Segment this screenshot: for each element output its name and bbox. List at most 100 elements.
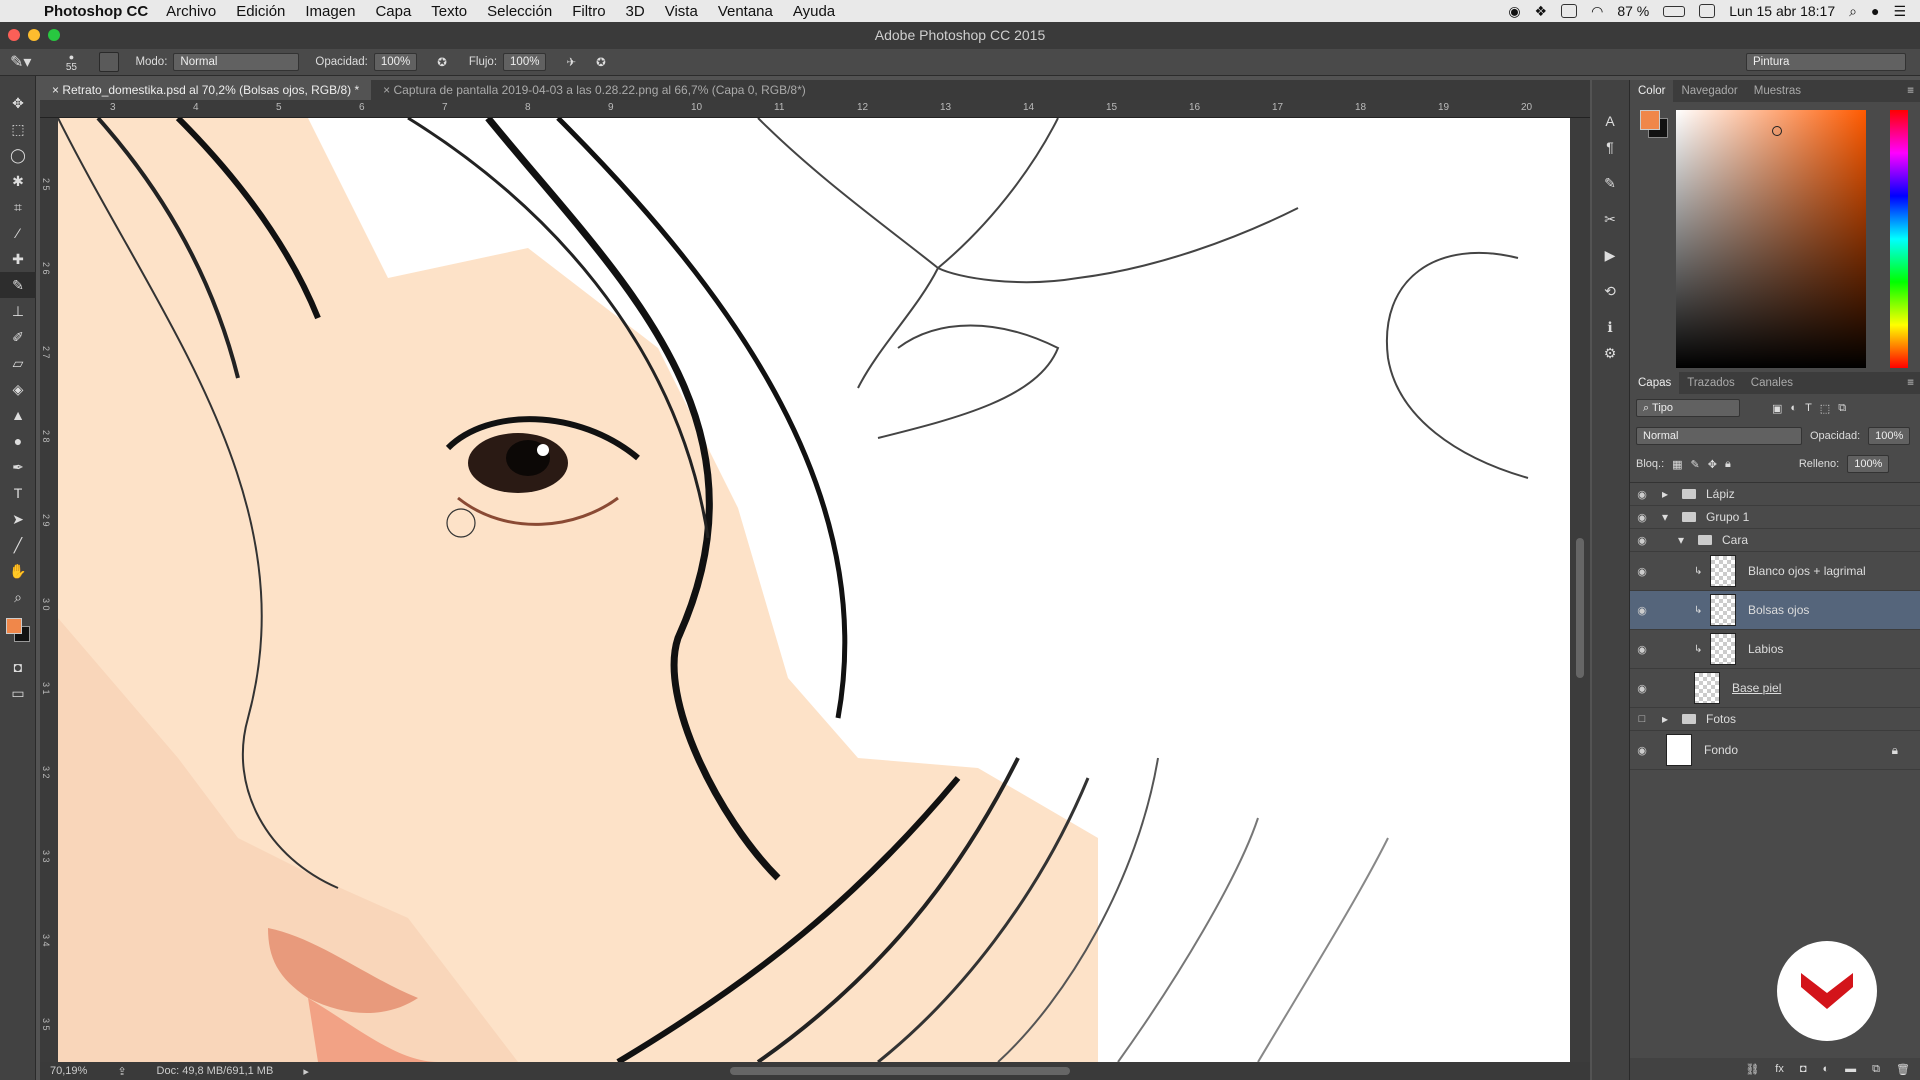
collapse-arrow-icon[interactable]: ▾ xyxy=(1662,510,1682,524)
export-icon[interactable]: ⇪ xyxy=(117,1065,126,1078)
quick-select-tool-icon[interactable]: ✱ xyxy=(0,168,36,194)
pressure-size-icon[interactable]: ✪ xyxy=(596,55,606,69)
path-select-tool-icon[interactable]: ➤ xyxy=(0,506,36,532)
collapse-arrow-icon[interactable]: ▾ xyxy=(1678,533,1698,547)
color-fg-swatch[interactable] xyxy=(1640,110,1660,130)
tool-presets-icon[interactable]: ✂ xyxy=(1592,206,1628,232)
lock-transparency-icon[interactable]: ▦ xyxy=(1672,458,1682,471)
tab-capas[interactable]: Capas xyxy=(1630,372,1680,394)
document-canvas[interactable] xyxy=(58,118,1570,1062)
menu-ventana[interactable]: Ventana xyxy=(718,3,773,20)
fill-input[interactable]: 100% xyxy=(1847,455,1890,473)
info-icon[interactable]: ℹ xyxy=(1592,314,1628,340)
layer-opacity-input[interactable]: 100% xyxy=(1868,427,1911,445)
tab-retrato[interactable]: × Retrato_domestika.psd al 70,2% (Bolsas… xyxy=(40,80,372,100)
tab-trazados[interactable]: Trazados xyxy=(1679,372,1743,394)
crop-tool-icon[interactable]: ⌗ xyxy=(0,194,36,220)
tab-canales[interactable]: Canales xyxy=(1743,372,1801,394)
menu-edicion[interactable]: Edición xyxy=(236,3,285,20)
filter-pixel-icon[interactable]: ▣ xyxy=(1772,402,1782,415)
lock-position-icon[interactable]: ✥ xyxy=(1708,458,1717,471)
search-icon[interactable]: ⌕ xyxy=(1849,3,1857,20)
paragraph-panel-icon[interactable]: ¶ xyxy=(1592,134,1628,160)
menu-capa[interactable]: Capa xyxy=(375,3,411,20)
marquee-tool-icon[interactable]: ⬚ xyxy=(0,116,36,142)
layer-row[interactable]: ◉ ↳ Labios xyxy=(1630,630,1920,669)
tab-color[interactable]: Color xyxy=(1630,80,1674,102)
delete-layer-icon[interactable]: 🗑︎ xyxy=(1896,1063,1910,1076)
maximize-window-icon[interactable] xyxy=(48,29,60,41)
lock-pixels-icon[interactable]: ✎ xyxy=(1691,458,1700,471)
tab-muestras[interactable]: Muestras xyxy=(1746,80,1809,102)
siri-icon[interactable]: ● xyxy=(1871,3,1879,19)
brush-panel-toggle-icon[interactable] xyxy=(99,52,120,72)
pressure-opacity-icon[interactable]: ✪ xyxy=(437,55,447,69)
filter-adjust-icon[interactable]: ◐ xyxy=(1790,402,1797,414)
expand-arrow-icon[interactable]: ▸ xyxy=(1662,487,1682,501)
record-icon[interactable]: ◉ xyxy=(1508,3,1520,20)
menu-filtro[interactable]: Filtro xyxy=(572,3,605,20)
menu-archivo[interactable]: Archivo xyxy=(166,3,216,20)
status-menu-icon[interactable]: ▸ xyxy=(303,1065,309,1078)
move-tool-icon[interactable]: ✥ xyxy=(0,90,36,116)
layer-row[interactable]: ◉ Fondo 🔒︎ xyxy=(1630,731,1920,770)
layer-row[interactable]: □ ▸ Fotos xyxy=(1630,708,1920,731)
fx-icon[interactable]: fx xyxy=(1775,1063,1784,1075)
healing-tool-icon[interactable]: ✚ xyxy=(0,246,36,272)
mode-select[interactable]: Normal xyxy=(173,53,300,71)
new-layer-icon[interactable]: ⧉ xyxy=(1872,1063,1880,1076)
eraser-tool-icon[interactable]: ▱ xyxy=(0,350,36,376)
add-mask-icon[interactable]: ◘ xyxy=(1800,1063,1807,1075)
eyedropper-tool-icon[interactable]: ⁄ xyxy=(0,220,36,246)
zoom-tool-icon[interactable]: ⌕ xyxy=(0,584,36,610)
visibility-eye-icon[interactable]: ◉ xyxy=(1630,682,1654,695)
dropbox-icon[interactable]: ❖ xyxy=(1535,3,1548,20)
layer-row[interactable]: ◉ ↳ Blanco ojos + lagrimal xyxy=(1630,552,1920,591)
display-icon[interactable] xyxy=(1561,4,1578,18)
history-icon[interactable]: ⟲ xyxy=(1592,278,1628,304)
brush-tool-icon[interactable]: ✎ xyxy=(0,272,36,298)
history-brush-tool-icon[interactable]: ✐ xyxy=(0,324,36,350)
visibility-eye-icon[interactable]: ◉ xyxy=(1630,604,1654,617)
layer-row-selected[interactable]: ◉ ↳ Bolsas ojos xyxy=(1630,591,1920,630)
visibility-eye-icon[interactable]: ◉ xyxy=(1630,643,1654,656)
layer-row[interactable]: ◉ Base piel xyxy=(1630,669,1920,708)
filter-type-icon[interactable]: T xyxy=(1805,402,1812,414)
tab-navegador[interactable]: Navegador xyxy=(1673,80,1745,102)
menu-seleccion[interactable]: Selección xyxy=(487,3,552,20)
blur-tool-icon[interactable]: ▲ xyxy=(0,402,36,428)
hand-tool-icon[interactable]: ✋ xyxy=(0,558,36,584)
layer-kind-select[interactable]: ⌕ Tipo xyxy=(1636,399,1740,417)
menu-vista[interactable]: Vista xyxy=(665,3,698,20)
actions-icon[interactable]: ▶ xyxy=(1592,242,1628,268)
foreground-color-swatch[interactable] xyxy=(6,618,22,634)
tab-close-icon[interactable]: × xyxy=(52,83,62,97)
bucket-tool-icon[interactable]: ◈ xyxy=(0,376,36,402)
close-window-icon[interactable] xyxy=(8,29,20,41)
vertical-scrollbar[interactable] xyxy=(1570,118,1590,1062)
airplay-icon[interactable] xyxy=(1699,4,1716,18)
lock-all-icon[interactable]: 🔒︎ xyxy=(1725,458,1731,471)
panel-menu-icon[interactable]: ≡ xyxy=(1907,372,1920,394)
menu-texto[interactable]: Texto xyxy=(431,3,467,20)
wifi-icon[interactable]: ◠ xyxy=(1591,3,1603,20)
visibility-eye-icon[interactable]: ◉ xyxy=(1630,565,1654,578)
visibility-eye-icon[interactable]: ◉ xyxy=(1630,534,1654,547)
filter-shape-icon[interactable]: ⬚ xyxy=(1820,402,1830,415)
color-field[interactable] xyxy=(1676,110,1866,368)
brush-presets-icon[interactable]: ✎ xyxy=(1592,170,1628,196)
workspace-select[interactable]: Pintura xyxy=(1746,53,1906,71)
link-layers-icon[interactable]: ⛓ xyxy=(1745,1063,1759,1076)
flow-input[interactable]: 100% xyxy=(503,53,547,71)
hue-slider[interactable] xyxy=(1890,110,1908,368)
type-tool-icon[interactable]: T xyxy=(0,480,36,506)
color-picker-cursor[interactable] xyxy=(1772,126,1782,136)
tab-close-icon[interactable]: × xyxy=(383,83,393,97)
new-group-icon[interactable]: ▬ xyxy=(1845,1063,1856,1075)
app-menu[interactable]: Photoshop CC xyxy=(44,3,148,20)
visibility-eye-icon[interactable]: ◉ xyxy=(1630,511,1654,524)
stamp-tool-icon[interactable]: ⊥ xyxy=(0,298,36,324)
filter-smart-icon[interactable]: ⧉ xyxy=(1838,402,1846,415)
brush-size-picker[interactable]: ● 55 xyxy=(57,52,85,73)
character-panel-icon[interactable]: A xyxy=(1592,108,1628,134)
